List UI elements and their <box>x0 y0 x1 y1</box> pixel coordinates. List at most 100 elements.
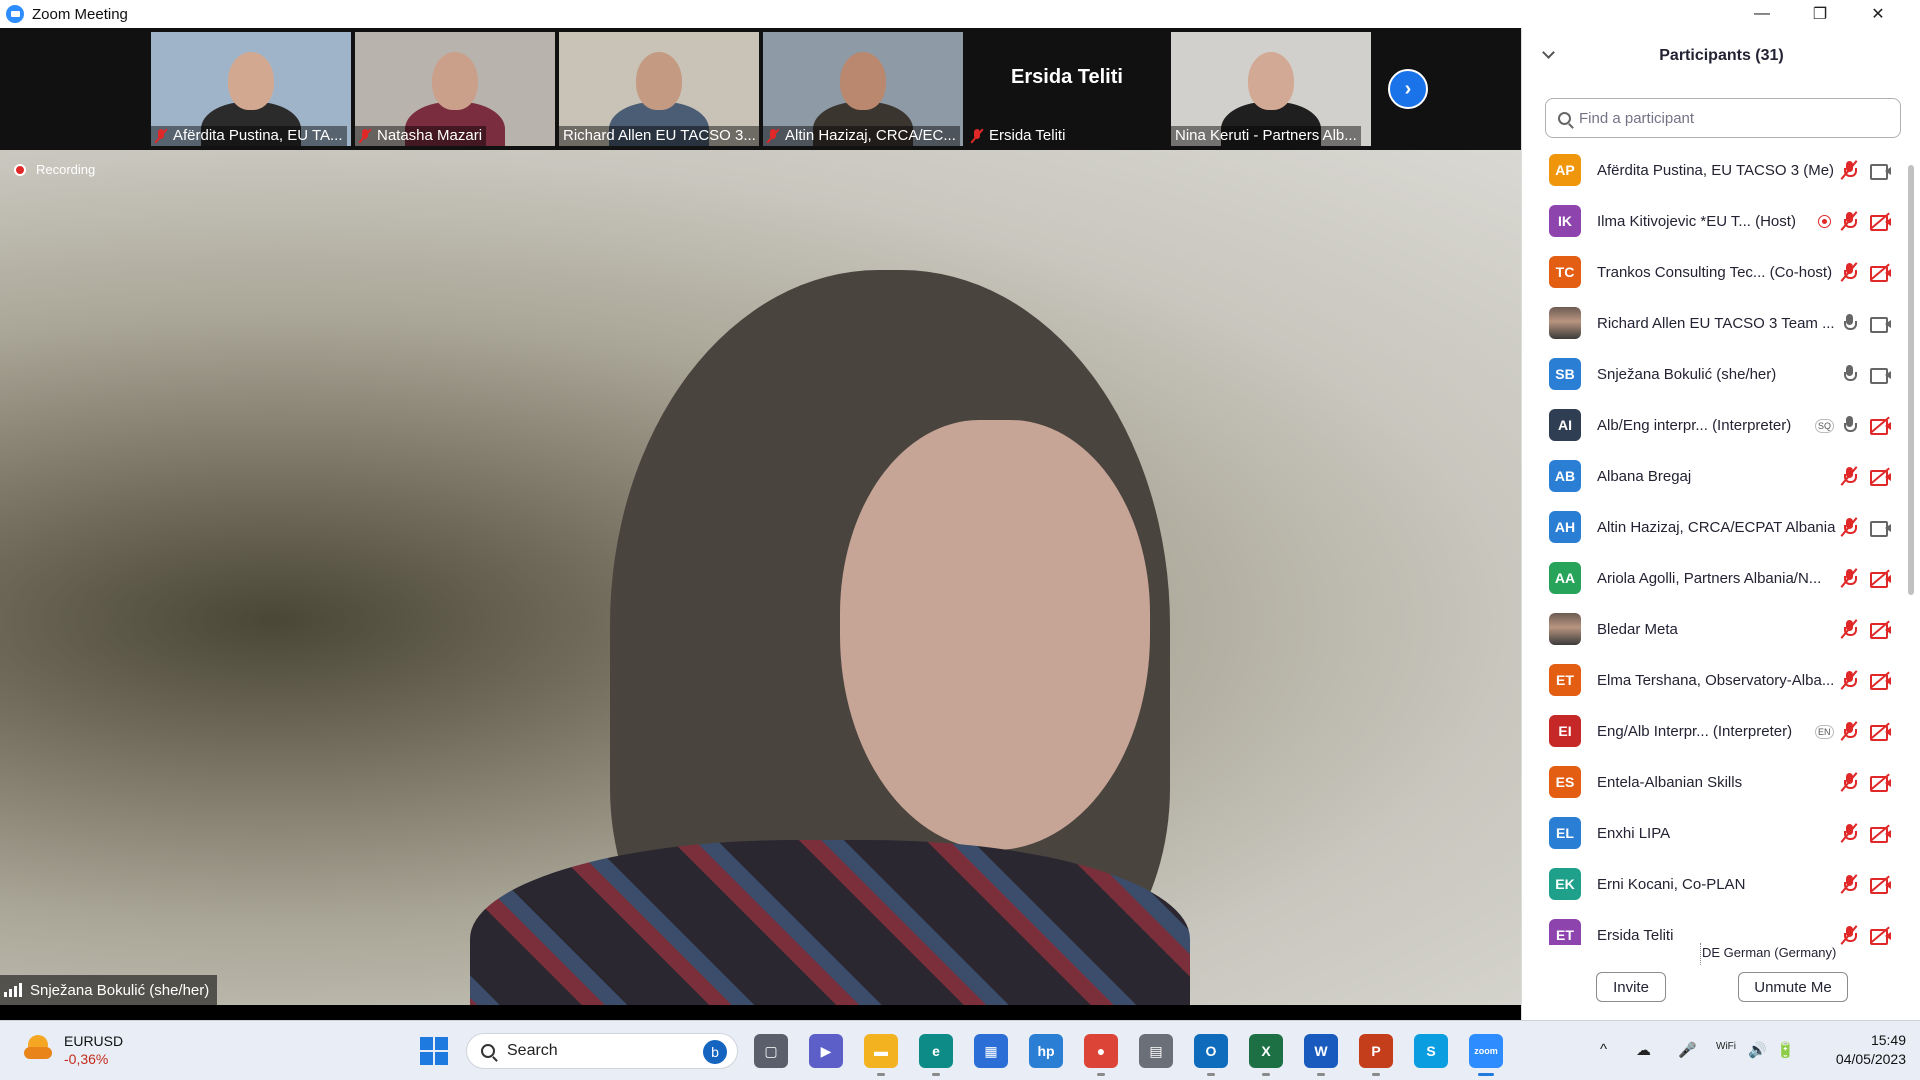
interpretation-language[interactable]: DE German (Germany) <box>1702 945 1836 965</box>
participant-row[interactable]: IK Ilma Kitivojevic *EU T... (Host) <box>1522 196 1907 247</box>
weather-icon[interactable] <box>24 1035 52 1063</box>
participant-row[interactable]: SB Snježana Bokulić (she/her) <box>1522 349 1907 400</box>
microphone-icon[interactable]: 🎤 <box>1678 1041 1697 1059</box>
camera-off-icon[interactable] <box>1870 569 1892 588</box>
next-thumbnails-button[interactable]: › <box>1388 69 1428 109</box>
mic-muted-icon[interactable] <box>1840 772 1858 792</box>
participant-list-scrollbar[interactable] <box>1907 145 1915 795</box>
participant-row[interactable]: AA Ariola Agolli, Partners Albania/N... <box>1522 553 1907 604</box>
myhp-icon[interactable]: hp <box>1029 1034 1063 1068</box>
video-thumbnail[interactable]: Altin Hazizaj, CRCA/EC... <box>763 32 963 146</box>
participant-row[interactable]: ET Ersida Teliti <box>1522 910 1907 945</box>
video-thumbnail[interactable]: Ersida Teliti Ersida Teliti <box>967 32 1167 146</box>
collapse-chevron-icon[interactable] <box>1542 46 1555 59</box>
word-icon[interactable]: W <box>1304 1034 1338 1068</box>
unmute-me-button[interactable]: Unmute Me <box>1738 972 1848 1002</box>
participant-row[interactable]: EI Eng/Alb Interpr... (Interpreter) EN <box>1522 706 1907 757</box>
mic-icon[interactable] <box>1842 313 1857 333</box>
video-thumbnail[interactable]: Afërdita Pustina, EU TA... <box>151 32 351 146</box>
mic-muted-icon[interactable] <box>1840 262 1858 282</box>
camera-icon[interactable] <box>1870 315 1892 333</box>
mic-muted-icon[interactable] <box>1840 823 1858 843</box>
camera-off-icon[interactable] <box>1870 416 1892 435</box>
participant-row[interactable]: AH Altin Hazizaj, CRCA/ECPAT Albania <box>1522 502 1907 553</box>
video-thumbnail[interactable]: Natasha Mazari <box>355 32 555 146</box>
participant-row[interactable]: EK Erni Kocani, Co-PLAN <box>1522 859 1907 910</box>
participant-avatar <box>1549 307 1581 339</box>
participant-row[interactable]: Richard Allen EU TACSO 3 Team ... <box>1522 298 1907 349</box>
participant-row[interactable]: AI Alb/Eng interpr... (Interpreter) SQ <box>1522 400 1907 451</box>
camera-icon[interactable] <box>1870 519 1892 537</box>
mic-muted-icon[interactable] <box>1840 160 1858 180</box>
camera-off-icon[interactable] <box>1870 824 1892 843</box>
participant-name: Albana Bregaj <box>1597 468 1692 485</box>
mic-muted-icon[interactable] <box>1840 466 1858 486</box>
bing-icon[interactable]: b <box>703 1040 727 1064</box>
camera-off-icon[interactable] <box>1870 467 1892 486</box>
camera-off-icon[interactable] <box>1870 620 1892 639</box>
participant-row[interactable]: EL Enxhi LIPA <box>1522 808 1907 859</box>
participant-row[interactable]: ES Entela-Albanian Skills <box>1522 757 1907 808</box>
camera-off-icon[interactable] <box>1870 671 1892 690</box>
participant-avatar: AB <box>1549 460 1581 492</box>
wifi-icon[interactable]: WiFi <box>1716 1041 1736 1052</box>
participant-search-input[interactable]: Find a participant <box>1545 98 1901 138</box>
video-thumbnail[interactable]: Nina Keruti - Partners Alb... <box>1171 32 1371 146</box>
show-hidden-icons-icon[interactable]: ^ <box>1600 1041 1607 1058</box>
edge-icon[interactable]: e <box>919 1034 953 1068</box>
skype-icon[interactable]: S <box>1414 1034 1448 1068</box>
mic-muted-icon[interactable] <box>1840 568 1858 588</box>
onedrive-icon[interactable]: ☁ <box>1636 1041 1651 1059</box>
calculator-icon[interactable]: ▤ <box>1139 1034 1173 1068</box>
minimize-button[interactable]: — <box>1733 0 1791 28</box>
participant-avatar: SB <box>1549 358 1581 390</box>
chrome-icon[interactable]: ● <box>1084 1034 1118 1068</box>
taskbar-search[interactable]: Search b <box>466 1033 738 1069</box>
task-view-icon[interactable]: ▢ <box>754 1034 788 1068</box>
mic-muted-icon[interactable] <box>1840 670 1858 690</box>
title-bar: Zoom Meeting — ❐ ✕ <box>0 0 1920 28</box>
powerpoint-icon[interactable]: P <box>1359 1034 1393 1068</box>
camera-off-icon[interactable] <box>1870 212 1892 231</box>
muted-mic-icon <box>155 129 167 143</box>
video-thumbnail[interactable]: Richard Allen EU TACSO 3... <box>559 32 759 146</box>
scrollbar-thumb[interactable] <box>1908 165 1914 595</box>
signal-bars-icon <box>4 983 22 997</box>
mic-muted-icon[interactable] <box>1840 517 1858 537</box>
camera-off-icon[interactable] <box>1870 926 1892 945</box>
participant-row[interactable]: Bledar Meta <box>1522 604 1907 655</box>
participant-row[interactable]: AB Albana Bregaj <box>1522 451 1907 502</box>
participant-row[interactable]: ET Elma Tershana, Observatory-Alba... <box>1522 655 1907 706</box>
invite-button[interactable]: Invite <box>1596 972 1666 1002</box>
clock[interactable]: 15:49 04/05/2023 <box>1806 1031 1906 1069</box>
mic-muted-icon[interactable] <box>1840 721 1858 741</box>
camera-off-icon[interactable] <box>1870 773 1892 792</box>
recording-indicator[interactable]: Recording <box>14 162 95 177</box>
camera-off-icon[interactable] <box>1870 263 1892 282</box>
participant-row[interactable]: AP Afërdita Pustina, EU TACSO 3 (Me) <box>1522 145 1907 196</box>
camera-icon[interactable] <box>1870 366 1892 384</box>
camera-icon[interactable] <box>1870 162 1892 180</box>
zoom-icon[interactable]: zoom <box>1469 1034 1503 1068</box>
mic-icon[interactable] <box>1842 364 1857 384</box>
camera-off-icon[interactable] <box>1870 722 1892 741</box>
mic-icon[interactable] <box>1842 415 1857 435</box>
file-explorer-icon[interactable]: ▬ <box>864 1034 898 1068</box>
teams-chat-icon[interactable]: ▶ <box>809 1034 843 1068</box>
restore-button[interactable]: ❐ <box>1791 0 1849 28</box>
excel-icon[interactable]: X <box>1249 1034 1283 1068</box>
mic-muted-icon[interactable] <box>1840 874 1858 894</box>
camera-off-icon[interactable] <box>1870 875 1892 894</box>
mic-muted-icon[interactable] <box>1840 619 1858 639</box>
store-icon[interactable]: ▦ <box>974 1034 1008 1068</box>
mic-muted-icon[interactable] <box>1840 211 1858 231</box>
participant-row[interactable]: TC Trankos Consulting Tec... (Co-host) <box>1522 247 1907 298</box>
ticker-widget[interactable]: EURUSD -0,36% <box>64 1032 123 1068</box>
mic-muted-icon[interactable] <box>1840 925 1858 945</box>
battery-icon[interactable]: 🔋 <box>1776 1041 1795 1059</box>
outlook-icon[interactable]: O <box>1194 1034 1228 1068</box>
volume-icon[interactable]: 🔊 <box>1748 1041 1767 1059</box>
start-button[interactable] <box>420 1037 448 1065</box>
thumbnail-name: Nina Keruti - Partners Alb... <box>1171 126 1361 146</box>
close-button[interactable]: ✕ <box>1849 0 1907 28</box>
